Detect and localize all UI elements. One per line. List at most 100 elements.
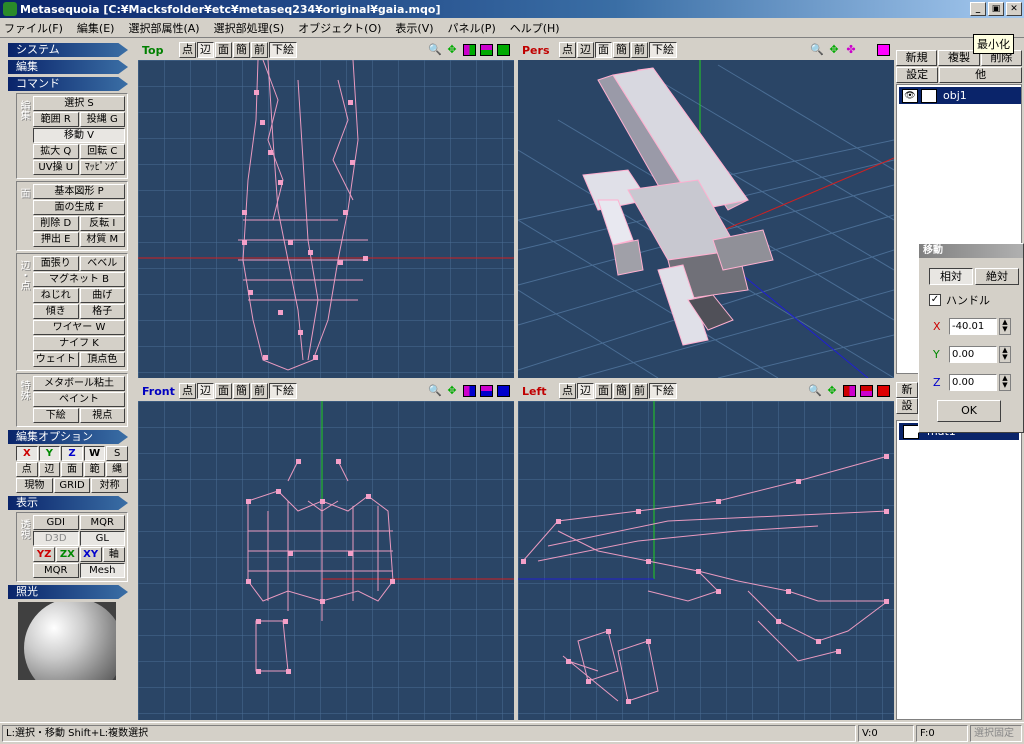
left-edge-button[interactable]: 辺	[577, 383, 594, 399]
axis-button[interactable]: 軸	[102, 547, 125, 562]
bend-button[interactable]: 曲げ	[79, 288, 125, 303]
top-simple-button[interactable]: 簡	[233, 42, 250, 58]
front-zoom-icon[interactable]: 🔍	[428, 384, 442, 398]
select-button[interactable]: 選択 S	[33, 96, 125, 111]
handle-checkbox[interactable]: ✓	[929, 294, 941, 306]
top-pan-icon[interactable]: ✥	[445, 43, 459, 57]
pers-pan-icon[interactable]: ✥	[827, 43, 841, 57]
left-backdrop-button[interactable]: 下絵	[649, 383, 677, 399]
lattice-button[interactable]: 格子	[79, 304, 125, 319]
top-zoom-icon[interactable]: 🔍	[428, 43, 442, 57]
front-color-swatch-2[interactable]	[480, 385, 493, 397]
menu-panel[interactable]: パネル(P)	[448, 20, 496, 36]
top-color-swatch-1[interactable]	[463, 44, 476, 56]
close-button[interactable]: ✕	[1006, 2, 1022, 16]
left-viewport[interactable]	[518, 401, 894, 720]
bevel-button[interactable]: ベベル	[79, 256, 125, 271]
actual-toggle[interactable]: 現物	[16, 478, 53, 493]
pers-rotate-icon[interactable]: ✤	[844, 43, 858, 57]
menu-selection-process[interactable]: 選択部処理(S)	[214, 20, 285, 36]
lasso-button[interactable]: 投縄 G	[79, 112, 125, 127]
weight-button[interactable]: ウェイト	[33, 352, 79, 367]
metaball-button[interactable]: メタボール粘土	[33, 376, 125, 391]
top-viewport[interactable]	[138, 60, 514, 378]
wire-button[interactable]: ワイヤー W	[33, 320, 125, 335]
flip-button[interactable]: 反転 I	[79, 216, 125, 231]
left-color-swatch-2[interactable]	[860, 385, 873, 397]
front-color-swatch-3[interactable]	[497, 385, 510, 397]
front-backdrop-button[interactable]: 下絵	[269, 383, 297, 399]
yz-view-button[interactable]: YZ	[33, 547, 56, 562]
uv-button[interactable]: UV操 U	[33, 160, 79, 175]
left-zoom-icon[interactable]: 🔍	[808, 384, 822, 398]
section-system[interactable]: システム	[8, 43, 128, 57]
gdi-button[interactable]: GDI	[33, 515, 79, 530]
axis-y-toggle[interactable]: Y	[38, 446, 61, 461]
mqr-button[interactable]: MQR	[33, 563, 79, 578]
front-simple-button[interactable]: 簡	[233, 383, 250, 399]
move-button[interactable]: 移動 V	[33, 128, 125, 143]
extrude-button[interactable]: 押出 E	[33, 232, 79, 247]
lasso-mode-toggle[interactable]: 縄	[106, 462, 128, 477]
relative-tab[interactable]: 相対	[929, 268, 973, 285]
front-front-button[interactable]: 前	[251, 383, 268, 399]
menu-edit[interactable]: 編集(E)	[77, 20, 115, 36]
face-mode-toggle[interactable]: 面	[61, 462, 83, 477]
absolute-tab[interactable]: 絶対	[975, 268, 1019, 285]
axis-x-toggle[interactable]: X	[16, 446, 38, 461]
top-edge-button[interactable]: 辺	[197, 42, 214, 58]
backdrop-button[interactable]: 下絵	[33, 408, 79, 423]
scale-button[interactable]: 拡大 Q	[33, 144, 79, 159]
x-spinner[interactable]: ▲ ▼	[999, 318, 1011, 335]
left-color-swatch-3[interactable]	[877, 385, 890, 397]
section-edit[interactable]: 編集	[8, 60, 128, 74]
z-value-input[interactable]: 0.00	[949, 374, 997, 391]
visibility-eye-icon[interactable]: 👁	[902, 88, 918, 103]
top-color-swatch-2[interactable]	[480, 44, 493, 56]
menu-view[interactable]: 表示(V)	[395, 20, 433, 36]
material-color-swatch[interactable]	[903, 424, 919, 439]
lock-icon[interactable]	[921, 88, 937, 103]
left-color-swatch-1[interactable]	[843, 385, 856, 397]
paint-button[interactable]: ペイント	[33, 392, 125, 407]
left-pan-icon[interactable]: ✥	[825, 384, 839, 398]
object-settings-button[interactable]: 設定	[896, 67, 939, 83]
menu-selection-attr[interactable]: 選択部属性(A)	[128, 20, 199, 36]
top-color-swatch-3[interactable]	[497, 44, 510, 56]
left-vertex-button[interactable]: 点	[559, 383, 576, 399]
selection-lock[interactable]: 選択固定	[970, 725, 1022, 742]
grid-toggle[interactable]: GRID	[53, 478, 91, 493]
left-face-button[interactable]: 面	[595, 383, 612, 399]
front-vertex-button[interactable]: 点	[179, 383, 196, 399]
front-color-swatch-1[interactable]	[463, 385, 476, 397]
y-value-input[interactable]: 0.00	[949, 346, 997, 363]
pers-simple-button[interactable]: 簡	[613, 42, 630, 58]
delete-button[interactable]: 削除 D	[33, 216, 79, 231]
left-front-button[interactable]: 前	[631, 383, 648, 399]
front-face-button[interactable]: 面	[215, 383, 232, 399]
section-lighting[interactable]: 照光	[8, 585, 128, 599]
front-pan-icon[interactable]: ✥	[445, 384, 459, 398]
front-edge-button[interactable]: 辺	[197, 383, 214, 399]
primitive-button[interactable]: 基本図形 P	[33, 184, 125, 199]
material-settings-button[interactable]: 設	[896, 398, 918, 414]
gl-button[interactable]: GL	[79, 531, 125, 546]
top-face-button[interactable]: 面	[215, 42, 232, 58]
top-vertex-button[interactable]: 点	[179, 42, 196, 58]
pers-zoom-icon[interactable]: 🔍	[810, 43, 824, 57]
material-button[interactable]: 材質 M	[79, 232, 125, 247]
pers-front-button[interactable]: 前	[631, 42, 648, 58]
pers-color-swatch[interactable]	[877, 44, 890, 56]
pers-backdrop-button[interactable]: 下絵	[649, 42, 677, 58]
z-spinner[interactable]: ▲ ▼	[999, 374, 1011, 391]
range-button[interactable]: 範囲 R	[33, 112, 79, 127]
menu-object[interactable]: オブジェクト(O)	[298, 20, 381, 36]
world-toggle[interactable]: W	[83, 446, 106, 461]
screen-toggle[interactable]: S	[106, 446, 128, 461]
mesh-button[interactable]: Mesh	[79, 563, 125, 578]
vertex-mode-toggle[interactable]: 点	[16, 462, 38, 477]
new-object-button[interactable]: 新規	[896, 50, 938, 66]
mapping-button[interactable]: ﾏｯﾋﾟﾝｸﾞ	[79, 160, 125, 175]
create-face-button[interactable]: 面の生成 F	[33, 200, 125, 215]
mqr-render-button[interactable]: MQR	[79, 515, 125, 530]
